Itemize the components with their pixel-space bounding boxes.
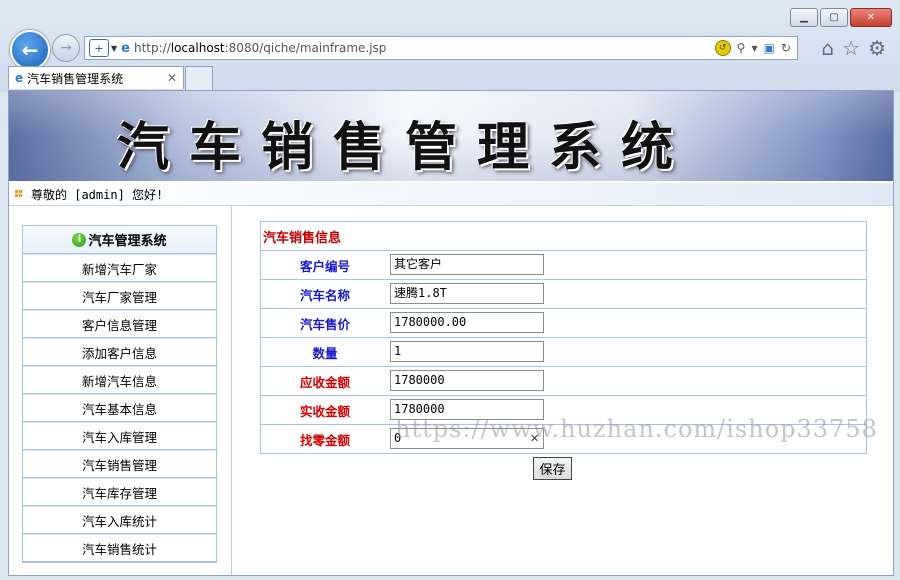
amount-receivable-input[interactable]: 1780000	[390, 370, 544, 391]
page-viewport: 汽车销售管理系统 尊敬的 [admin] 您好! i 汽车管理系统 新增汽车厂家…	[8, 90, 894, 576]
sidebar-item-customer-management[interactable]: 客户信息管理	[23, 310, 216, 338]
sidebar-header-label: 汽车管理系统	[88, 234, 167, 249]
form-row: 客户编号 其它客户	[261, 251, 866, 280]
compat-view-icon[interactable]: ↺	[714, 40, 731, 56]
browser-chrome: ▁ ▢ ✕ ← → + ▼ e http://localhost:8080/qi…	[0, 0, 900, 92]
sidebar-item-add-customer[interactable]: 添加客户信息	[23, 338, 216, 366]
car-price-input[interactable]: 1780000.00	[390, 312, 544, 333]
sidebar-menu: i 汽车管理系统 新增汽车厂家 汽车厂家管理 客户信息管理 添加客户信息 新增汽…	[22, 225, 217, 563]
gear-icon[interactable]: ⚙	[868, 36, 886, 60]
ie-page-icon: e	[15, 71, 24, 85]
greeting-text: 尊敬的 [admin] 您好!	[31, 188, 164, 202]
bullet-icon	[15, 190, 23, 198]
close-tab-icon[interactable]: ✕	[167, 71, 177, 85]
sidebar-item-sales-stats[interactable]: 汽车销售统计	[23, 534, 216, 562]
browser-tab[interactable]: e 汽车销售管理系统 ✕	[8, 66, 184, 89]
chevron-down-icon[interactable]: ▼	[111, 44, 117, 53]
car-name-label: 汽车名称	[299, 287, 350, 303]
change-amount-label: 找零金额	[299, 432, 350, 448]
form-title: 汽车销售信息	[261, 222, 866, 251]
car-price-label: 汽车售价	[299, 316, 350, 332]
star-icon[interactable]: ☆	[842, 36, 860, 60]
refresh-icon[interactable]: ↻	[781, 41, 791, 55]
sidebar-item-car-sales[interactable]: 汽车销售管理	[23, 450, 216, 478]
form-row: 汽车售价 1780000.00	[261, 309, 866, 338]
ie-page-icon: e	[121, 40, 130, 56]
sidebar-item-manufacturer-management[interactable]: 汽车厂家管理	[23, 282, 216, 310]
watermark: https://www.huzhan.com/ishop33758	[395, 415, 878, 443]
arrow-right-icon: →	[60, 40, 72, 56]
amount-receivable-label: 应收金额	[299, 374, 350, 390]
greeting-bar: 尊敬的 [admin] 您好!	[9, 183, 893, 206]
save-button[interactable]: 保存	[533, 457, 572, 480]
customer-id-label: 客户编号	[299, 258, 350, 274]
sidebar-item-car-basic-info[interactable]: 汽车基本信息	[23, 394, 216, 422]
banner: 汽车销售管理系统	[9, 91, 893, 181]
maximize-button[interactable]: ▢	[820, 8, 848, 27]
customer-id-input[interactable]: 其它客户	[390, 254, 544, 275]
address-url[interactable]: http://localhost:8080/qiche/mainframe.js…	[134, 41, 386, 55]
sidebar-item-car-inbound[interactable]: 汽车入库管理	[23, 422, 216, 450]
sidebar-item-inbound-stats[interactable]: 汽车入库统计	[23, 506, 216, 534]
form-row: 汽车名称 速腾1.8T	[261, 280, 866, 309]
sidebar-item-add-manufacturer[interactable]: 新增汽车厂家	[23, 254, 216, 282]
quantity-label: 数量	[312, 345, 338, 361]
sidebar-item-add-car[interactable]: 新增汽车信息	[23, 366, 216, 394]
search-icon[interactable]: ⚲	[737, 41, 746, 55]
chevron-down-icon[interactable]: ▼	[751, 44, 757, 53]
banner-title: 汽车销售管理系统	[117, 117, 694, 178]
close-window-button[interactable]: ✕	[850, 8, 892, 27]
minimize-button[interactable]: ▁	[790, 8, 818, 27]
security-shield-icon[interactable]: +	[89, 39, 109, 57]
form-row: 数量 1	[261, 338, 866, 367]
tab-title: 汽车销售管理系统	[27, 71, 124, 86]
amount-received-label: 实收金额	[299, 403, 350, 419]
car-name-input[interactable]: 速腾1.8T	[390, 283, 544, 304]
new-tab-button[interactable]	[185, 66, 213, 90]
home-icon[interactable]: ⌂	[821, 36, 834, 60]
sidebar-item-car-inventory[interactable]: 汽车库存管理	[23, 478, 216, 506]
rss-icon[interactable]: ▣	[764, 41, 775, 55]
address-bar[interactable]: + ▼ e http://localhost:8080/qiche/mainfr…	[84, 36, 798, 60]
info-icon: i	[72, 232, 87, 247]
sidebar-header: i 汽车管理系统	[23, 226, 216, 254]
arrow-left-icon: ←	[21, 38, 39, 62]
quantity-input[interactable]: 1	[390, 341, 544, 362]
frame-divider	[231, 205, 232, 575]
form-row: 应收金额 1780000	[261, 367, 866, 396]
back-button[interactable]: ←	[10, 30, 50, 70]
forward-button[interactable]: →	[52, 34, 80, 62]
window-controls: ▁ ▢ ✕	[790, 8, 892, 27]
